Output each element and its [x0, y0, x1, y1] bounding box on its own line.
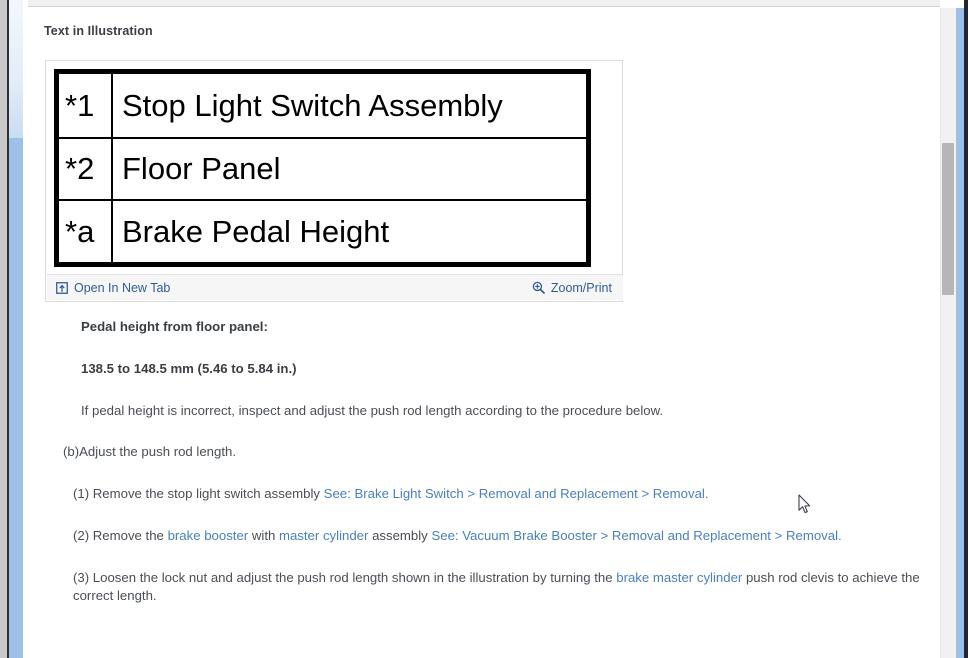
step-1-text: (1) Remove the stop light switch assembl… [73, 486, 324, 502]
step-3: (3) Loosen the lock nut and adjust the p… [45, 569, 925, 605]
legend-value: Stop Light Switch Assembly [122, 87, 503, 123]
xref-vacuum-brake-booster[interactable]: See: Vacuum Brake Booster > Removal and … [431, 528, 841, 543]
step-2: (2) Remove the brake booster with master… [45, 527, 925, 545]
open-in-new-tab-button[interactable]: Open In New Tab [56, 281, 170, 295]
illustration-panel: *1 Stop Light Switch Assembly *2 Floor P… [45, 60, 623, 302]
procedure-text: Pedal height from floor panel: 138.5 to … [45, 318, 925, 605]
table-row: *2 Floor Panel [59, 136, 586, 199]
xref-brake-light-switch[interactable]: See: Brake Light Switch > Removal and Re… [324, 486, 709, 501]
document-content-area: Text in Illustration *1 Stop Light Switc… [28, 8, 940, 658]
zoom-print-label: Zoom/Print [550, 280, 612, 295]
legend-value: Brake Pedal Height [122, 213, 390, 249]
illustration-toolbar: Open In New Tab Zoom/Print [47, 274, 623, 300]
window-right-border [964, 0, 968, 658]
illustration-legend-table: *1 Stop Light Switch Assembly *2 Floor P… [54, 69, 591, 267]
legend-key: *a [59, 201, 113, 262]
table-row: *1 Stop Light Switch Assembly [59, 74, 586, 137]
step-3-text-1: (3) Loosen the lock nut and adjust the p… [73, 569, 617, 585]
step-2-text-1: (2) Remove the [73, 528, 168, 544]
legend-key: *2 [59, 138, 113, 199]
legend-key: *1 [59, 74, 113, 137]
page-title: Text in Illustration [44, 24, 153, 38]
xref-brake-master-cylinder[interactable]: brake master cylinder [616, 570, 742, 585]
vertical-scrollbar-thumb[interactable] [942, 143, 954, 295]
window-right-panel-top [956, 0, 964, 8]
browser-viewport: Text in Illustration *1 Stop Light Switc… [0, 0, 968, 658]
xref-brake-booster[interactable]: brake booster [168, 528, 249, 543]
spec-label: Pedal height from floor panel: [81, 319, 268, 334]
left-blue-panel-highlight [9, 0, 23, 138]
step-1: (1) Remove the stop light switch assembl… [45, 485, 925, 503]
vertical-scrollbar-track[interactable] [940, 8, 956, 658]
magnifier-plus-icon [532, 281, 545, 294]
spec-note: If pedal height is incorrect, inspect an… [81, 402, 664, 418]
window-left-edge [0, 0, 7, 658]
legend-value: Floor Panel [122, 151, 281, 187]
external-link-icon [56, 281, 68, 294]
step-2-text-3: assembly [368, 528, 432, 544]
step-2-text-2: with [248, 528, 279, 544]
top-toolbar-strip [28, 0, 940, 7]
step-b: (b)Adjust the push rod length. [63, 444, 237, 460]
spec-value: 138.5 to 148.5 mm (5.46 to 5.84 in.) [81, 360, 297, 376]
window-right-panel [956, 0, 964, 658]
open-in-new-tab-label: Open In New Tab [74, 280, 171, 295]
xref-master-cylinder[interactable]: master cylinder [279, 528, 368, 543]
table-row: *a Brake Pedal Height [59, 199, 586, 262]
zoom-print-button[interactable]: Zoom/Print [532, 281, 612, 295]
